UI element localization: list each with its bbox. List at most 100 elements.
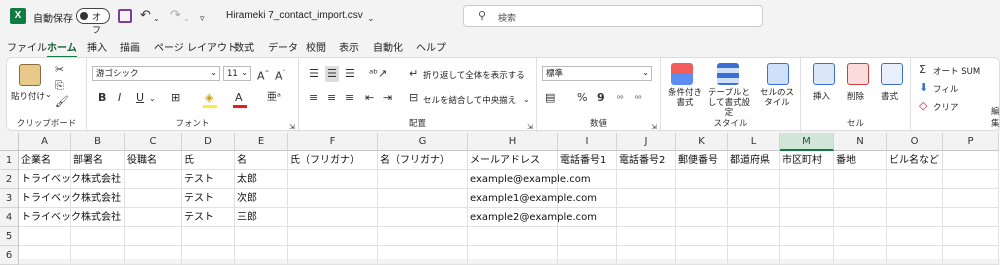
cell[interactable] [617, 189, 676, 208]
column-header[interactable]: P [943, 133, 999, 151]
cell[interactable]: 企業名 [19, 151, 71, 170]
insert-cells-icon[interactable] [813, 63, 835, 85]
cell[interactable] [780, 227, 834, 246]
worksheet-grid[interactable]: A B C D E F G H I J K L M N O P 1 企業名 部署名 役職名氏名氏（フリガナ） 名（フリガ… [0, 133, 1000, 265]
cell[interactable] [834, 189, 887, 208]
cell[interactable]: 部署名 [71, 151, 125, 170]
underline-dropdown-icon[interactable]: ⌄ [149, 93, 156, 105]
cell[interactable]: example2@example.com [468, 208, 597, 227]
row-header[interactable]: 5 [0, 227, 19, 246]
column-header[interactable]: J [617, 133, 676, 151]
cell[interactable] [728, 246, 780, 265]
cell[interactable] [378, 246, 468, 265]
cell[interactable] [71, 227, 125, 246]
cell[interactable] [834, 170, 887, 189]
italic-button[interactable]: I [118, 92, 121, 104]
cell[interactable] [780, 189, 834, 208]
cell[interactable] [378, 208, 468, 227]
cell[interactable] [887, 189, 943, 208]
fill-color-icon[interactable]: ◈ [205, 92, 213, 104]
cell[interactable] [558, 246, 617, 265]
cell[interactable] [125, 227, 182, 246]
cell[interactable] [728, 170, 780, 189]
cell[interactable]: 三郎 [235, 208, 288, 227]
paste-dropdown-icon[interactable]: ⌄ [45, 90, 52, 99]
cell[interactable] [125, 170, 182, 189]
cell[interactable] [468, 227, 558, 246]
cut-icon[interactable]: ✂ [55, 64, 64, 76]
save-icon[interactable] [118, 9, 132, 23]
column-header[interactable]: M [780, 133, 834, 151]
cell[interactable] [288, 227, 378, 246]
cell[interactable]: テスト [182, 189, 235, 208]
wrap-text-icon[interactable]: ↵ [409, 68, 418, 80]
tab-formulas[interactable]: 数式 [234, 39, 254, 54]
cell[interactable] [943, 246, 999, 265]
cell[interactable] [378, 189, 468, 208]
delete-cells-button[interactable]: 削除 [847, 90, 864, 102]
wrap-text-button[interactable]: 折り返して全体を表示する [423, 69, 525, 81]
orientation-icon[interactable]: ᵃᵇ↗ [369, 68, 387, 80]
number-format-select[interactable]: 標準 ⌄ [542, 66, 652, 81]
merge-center-icon[interactable]: ⊟ [409, 92, 418, 104]
cell[interactable] [943, 151, 999, 170]
cell[interactable] [182, 227, 235, 246]
cell[interactable] [235, 227, 288, 246]
cell[interactable] [378, 170, 468, 189]
font-dialog-launcher-icon[interactable]: ⇲ [289, 121, 295, 133]
bold-button[interactable]: B [98, 92, 106, 104]
comma-style-icon[interactable]: 9 [597, 92, 605, 104]
cell[interactable] [288, 170, 378, 189]
format-as-table-icon[interactable] [717, 63, 739, 85]
cell[interactable]: ビル名など [887, 151, 943, 170]
redo-dropdown-icon[interactable]: ⌄ [183, 11, 190, 27]
cell[interactable] [71, 246, 125, 265]
cell[interactable] [834, 208, 887, 227]
column-header[interactable]: N [834, 133, 887, 151]
cell[interactable]: トライベック株式会社 [19, 189, 121, 208]
cell[interactable] [182, 246, 235, 265]
conditional-formatting-button[interactable]: 条件付き書式 [665, 88, 705, 108]
column-header[interactable]: O [887, 133, 943, 151]
number-dialog-launcher-icon[interactable]: ⇲ [651, 121, 657, 133]
cell[interactable] [887, 208, 943, 227]
percent-icon[interactable]: % [577, 92, 587, 104]
cell[interactable] [71, 189, 125, 208]
paste-icon[interactable] [19, 64, 41, 86]
cell[interactable] [125, 189, 182, 208]
cell[interactable] [834, 246, 887, 265]
cell[interactable] [617, 208, 676, 227]
document-title[interactable]: Hirameki 7_contact_import.csv [226, 10, 363, 21]
cell[interactable] [728, 227, 780, 246]
autosave-toggle[interactable]: オフ [76, 8, 110, 36]
column-header[interactable]: G [378, 133, 468, 151]
cell[interactable]: トライベック株式会社 [19, 208, 121, 227]
tab-draw[interactable]: 描画 [120, 39, 140, 54]
increase-decimal-icon[interactable]: ⁰⁰ [617, 93, 623, 105]
clear-button[interactable]: クリア [933, 101, 959, 113]
cell[interactable] [728, 189, 780, 208]
tab-help[interactable]: ヘルプ [416, 39, 446, 54]
merge-center-button[interactable]: セルを結合して中央揃え [423, 94, 516, 106]
cell[interactable] [943, 170, 999, 189]
column-header[interactable]: B [71, 133, 125, 151]
align-middle-icon[interactable]: ☰ [325, 66, 339, 82]
cell[interactable] [558, 170, 617, 189]
format-as-table-button[interactable]: テーブルとして書式設定 [705, 88, 753, 118]
font-name-select[interactable]: 游ゴシック ⌄ [92, 66, 220, 81]
cell[interactable] [71, 208, 125, 227]
row-header[interactable]: 6 [0, 246, 19, 265]
select-all-corner[interactable] [0, 133, 19, 151]
cell[interactable] [780, 208, 834, 227]
decrease-indent-icon[interactable]: ⇤ [365, 92, 374, 104]
shrink-font-icon[interactable]: Aˇ [275, 68, 286, 83]
merge-dropdown-icon[interactable]: ⌄ [523, 94, 530, 106]
column-header[interactable]: D [182, 133, 235, 151]
row-header[interactable]: 4 [0, 208, 19, 227]
tab-data[interactable]: データ [268, 39, 298, 54]
conditional-formatting-icon[interactable] [671, 63, 693, 85]
cell[interactable] [676, 170, 728, 189]
cell[interactable] [558, 189, 617, 208]
cell[interactable] [288, 246, 378, 265]
cell[interactable]: 電話番号1 [558, 151, 617, 170]
